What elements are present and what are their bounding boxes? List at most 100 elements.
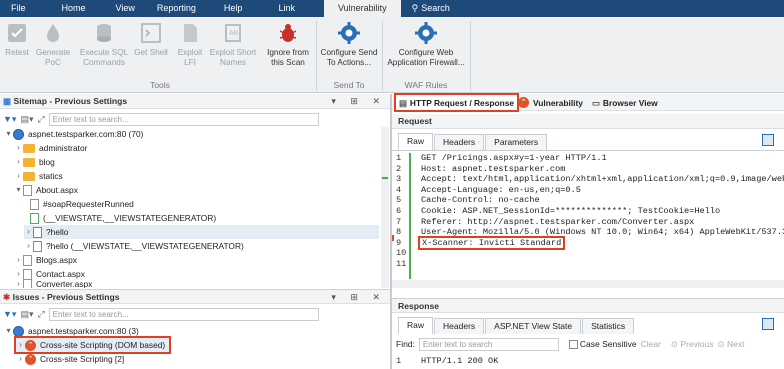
expand-arrow-icon[interactable]: › [14,155,23,169]
pane-window-buttons[interactable]: ▾ ⊞ ✕ [331,94,386,109]
request-raw-editor[interactable]: 1 GET /Pricings.aspx#y=1-year HTTP/1.1 2H… [396,153,784,279]
menu-help[interactable]: Help [213,0,254,17]
expand-arrow-icon[interactable]: › [14,253,23,267]
execute-sql-button[interactable]: Execute SQL Commands [78,19,130,68]
gear-icon [338,22,360,44]
expand-arrow-icon[interactable]: › [16,338,25,352]
issue-item-xss[interactable]: › ⌃ Cross-site Scripting [2] [16,352,124,366]
issues-root[interactable]: ▾ aspnet.testsparker.com:80 (3) [4,324,139,338]
copy-icon[interactable] [762,318,774,330]
tab-raw[interactable]: Raw [398,317,434,334]
sitemap-scrollbar[interactable] [381,127,389,288]
tab-raw[interactable]: Raw [398,133,434,150]
sitemap-item[interactable]: › ?hello (__VIEWSTATE,__VIEWSTATEGENERATO… [24,239,244,253]
document-icon: ▤ [399,97,407,108]
tab-statistics[interactable]: Statistics [582,318,635,334]
expand-arrow-icon[interactable]: › [24,225,33,239]
exploit-short-names-button[interactable]: AB Exploit Short Names [208,19,258,68]
collapse-arrow-icon[interactable]: ▾ [14,183,23,197]
sitemap-item-selected[interactable]: › ?hello [24,225,379,239]
globe-icon [13,128,24,140]
sitemap-item[interactable]: › statics [14,169,63,183]
filter-icon[interactable]: ▼▾ [3,114,16,125]
folder-icon [23,143,35,153]
previous-button[interactable]: ⊙ Previous [671,339,714,350]
view-options-icon[interactable]: ▤▾ [20,114,33,125]
collapse-arrow-icon[interactable]: ▾ [4,127,13,141]
exploit-lfi-button[interactable]: Exploit LFI [172,19,208,68]
sitemap-root[interactable]: ▾ aspnet.testsparker.com:80 (70) [4,127,143,141]
request-subtabs: Raw Headers Parameters [398,133,548,150]
get-shell-button[interactable]: Get Shell [132,19,170,58]
group-label-send-to: Send To [333,80,365,90]
response-subtabs: Raw Headers ASP.NET View State Statistic… [398,317,635,334]
clear-button[interactable]: Clear [641,339,661,349]
menu-home[interactable]: Home [51,0,97,17]
globe-icon [13,325,24,337]
expand-arrow-icon[interactable]: › [14,280,23,288]
tab-headers[interactable]: Headers [434,134,485,150]
pane-window-buttons[interactable]: ▾ ⊞ ✕ [331,290,386,305]
splitter[interactable] [390,94,392,369]
menu-vulnerability[interactable]: Vulnerability [323,0,401,17]
group-label-tools: Tools [150,80,170,90]
sitemap-item[interactable]: › Blogs.aspx [14,253,77,267]
issue-item-xss-dom[interactable]: › ⌃ Cross-site Scripting (DOM based) [13,336,172,354]
post-page-icon [33,240,42,252]
sitemap-item[interactable]: › Converter.aspx [14,280,92,288]
view-options-icon[interactable]: ▤▾ [20,309,33,320]
sitemap-item[interactable]: #soapRequesterRunned [30,197,134,211]
menu-search[interactable]: ⚲ Search [401,0,461,17]
generate-poc-button[interactable]: Generate PoC [33,19,73,68]
gear-icon [415,22,437,44]
response-raw-editor[interactable]: 1 HTTP/1.1 200 OK [396,356,784,369]
expand-icon[interactable]: ⤢ [37,309,44,320]
sitemap-item[interactable]: (__VIEWSTATE,__VIEWSTATEGENERATOR) [30,211,216,225]
retest-button[interactable]: Retest [2,19,32,58]
sitemap-item[interactable]: ▾ About.aspx [14,183,78,197]
copy-icon[interactable] [762,134,774,146]
tab-vulnerability[interactable]: ⌃ Vulnerability [518,95,583,110]
search-icon: ⚲ [411,3,419,13]
svg-text:AB: AB [229,30,239,37]
next-button[interactable]: ⊙ Next [717,339,744,350]
expand-arrow-icon[interactable]: › [24,239,33,253]
issues-search-input[interactable]: Enter text to search... [48,307,319,321]
retest-icon [8,24,26,42]
find-input[interactable]: Enter text to search [418,337,559,351]
page-icon [30,198,39,210]
menu-reporting[interactable]: Reporting [146,0,207,17]
drop-icon [47,24,59,42]
menu-file[interactable]: File [0,0,37,17]
tab-http-request-response[interactable]: ▤ HTTP Request / Response [393,93,520,112]
menu-view[interactable]: View [105,0,146,17]
sitemap-filterbar: ▼▾ ▤▾ ⤢ Enter text to search... [0,111,390,127]
tab-aspnet-view-state[interactable]: ASP.NET View State [485,318,582,334]
expand-arrow-icon[interactable]: › [14,141,23,155]
tab-parameters[interactable]: Parameters [485,134,548,150]
response-panel-title: Response [392,298,784,313]
expand-icon[interactable]: ⤢ [37,114,44,125]
expand-arrow-icon[interactable]: › [14,169,23,183]
ignore-from-scan-button[interactable]: Ignore from this Scan [262,19,314,68]
collapse-arrow-icon[interactable]: ▾ [4,324,13,338]
menu-link[interactable]: Link [267,0,306,17]
sitemap-item[interactable]: › blog [14,155,55,169]
page-icon [23,268,32,280]
ribbon: Retest Generate PoC Execute SQL Commands… [0,17,784,93]
configure-send-to-button[interactable]: Configure Send To Actions... [318,19,380,68]
sitemap-item[interactable]: › administrator [14,141,87,155]
sitemap-search-input[interactable]: Enter text to search... [48,112,319,126]
tab-browser-view[interactable]: ▭ Browser View [592,95,658,110]
tab-headers[interactable]: Headers [434,318,485,334]
filter-icon[interactable]: ▼▾ [3,309,16,320]
sitemap-item[interactable]: › Contact.aspx [14,267,85,281]
expand-arrow-icon[interactable]: › [16,352,25,366]
case-sensitive-checkbox[interactable]: Case Sensitive [568,339,637,350]
x-scanner-header-line: X-Scanner: Invicti Standard [417,235,566,251]
expand-arrow-icon[interactable]: › [14,267,23,281]
sitemap-pane-icon: ▦ [3,96,14,106]
request-h-scrollbar[interactable] [392,280,784,288]
scroll-marker [382,177,388,179]
configure-waf-button[interactable]: Configure Web Application Firewall... [384,19,468,68]
